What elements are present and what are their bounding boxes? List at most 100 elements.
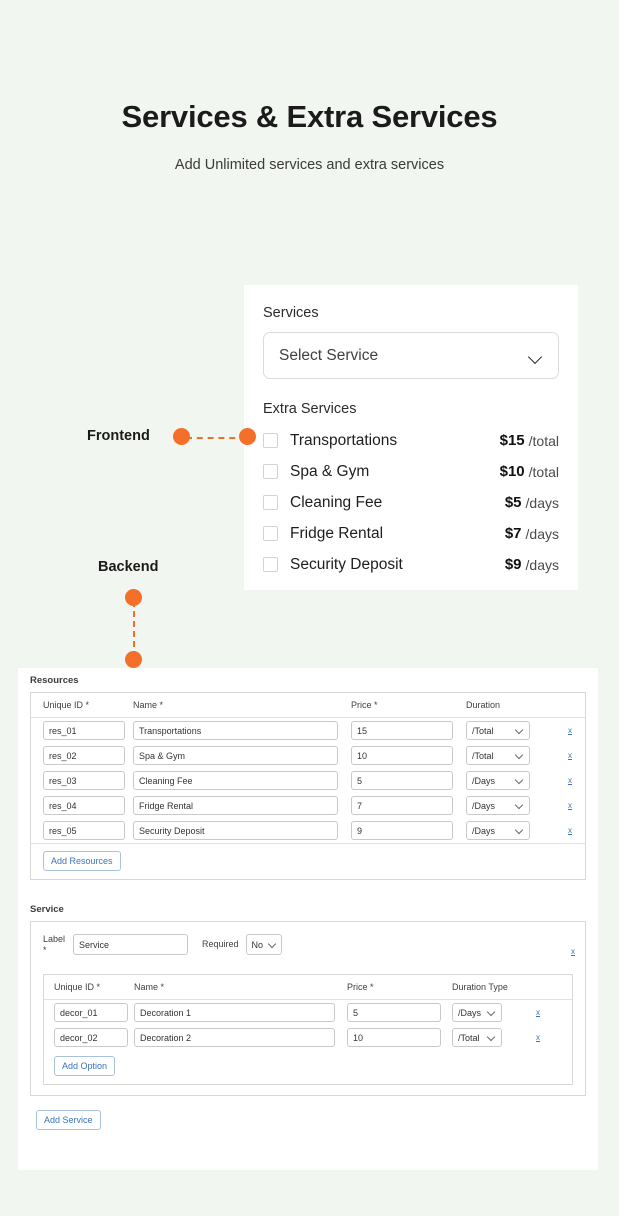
remove-service-link[interactable]: x [571,947,575,956]
resource-name-input[interactable]: Transportations [133,721,338,740]
extra-service-unit: /total [528,463,559,480]
extra-service-name: Fridge Rental [290,524,384,542]
chevron-down-icon [516,778,524,783]
resource-price-input[interactable]: 5 [351,771,453,790]
table-row: res_04 Fridge Rental 7 /Days x [31,793,585,818]
remove-resource-link[interactable]: x [568,801,572,810]
checkbox-icon[interactable] [263,526,278,541]
extra-service-name: Spa & Gym [290,462,370,480]
chevron-down-icon [516,828,524,833]
resource-name-input[interactable]: Spa & Gym [133,746,338,765]
extra-services-list: Transportations $15 /total Spa & Gym $10… [263,425,559,580]
backend-connector-dot-bottom [125,651,142,668]
service-label-input[interactable]: Service [73,934,188,955]
list-item[interactable]: Security Deposit $9 /days [263,549,559,580]
col-name: Name * [133,693,351,718]
resource-duration-select[interactable]: /Total [466,721,530,740]
option-name-input[interactable]: Decoration 2 [134,1028,335,1047]
resource-duration-value: /Days [472,825,496,836]
extra-service-unit: /days [525,525,559,542]
extra-service-price: $15 [499,432,525,449]
resource-duration-select[interactable]: /Days [466,821,530,840]
service-section-title: Service [30,904,64,915]
resource-name-input[interactable]: Cleaning Fee [133,771,338,790]
page-subtitle: Add Unlimited services and extra service… [174,157,445,173]
add-option-button[interactable]: Add Option [54,1056,116,1076]
checkbox-icon[interactable] [263,495,278,510]
resource-price-input[interactable]: 10 [351,746,453,765]
resource-duration-select[interactable]: /Total [466,746,530,765]
add-resources-button[interactable]: Add Resources [43,851,121,871]
option-id-input[interactable]: decor_01 [54,1003,128,1022]
list-item[interactable]: Cleaning Fee $5 /days [263,487,559,518]
resource-price-input[interactable]: 7 [351,796,453,815]
resource-duration-select[interactable]: /Days [466,771,530,790]
resources-table: Unique ID * Name * Price * Duration res_… [31,693,585,843]
option-duration-value: /Total [458,1032,480,1043]
chevron-down-icon [516,728,524,733]
table-row: res_01 Transportations 15 /Total x [31,718,585,744]
resource-duration-value: /Days [472,800,496,811]
resource-duration-value: /Total [472,750,494,761]
extra-services-heading: Extra Services [263,401,357,417]
remove-resource-link[interactable]: x [568,776,572,785]
col-price: Price * [351,693,466,718]
option-duration-select[interactable]: /Days [452,1003,502,1022]
service-select-value: Select Service [279,346,379,364]
resources-section-title: Resources [30,675,79,686]
resource-price-input[interactable]: 9 [351,821,453,840]
chevron-down-icon [488,1010,496,1015]
table-row: decor_02 Decoration 2 10 /Total x [44,1025,572,1050]
col-duration: Duration [466,693,585,718]
services-field-label: Services [263,305,319,321]
remove-resource-link[interactable]: x [568,751,572,760]
table-row: decor_01 Decoration 1 5 /Days x [44,1000,572,1026]
list-item[interactable]: Fridge Rental $7 /days [263,518,559,549]
extra-service-price: $10 [499,463,525,480]
resource-name-input[interactable]: Security Deposit [133,821,338,840]
resource-duration-value: /Total [472,725,494,736]
list-item[interactable]: Spa & Gym $10 /total [263,456,559,487]
remove-option-link[interactable]: x [536,1008,540,1017]
col-price: Price * [347,975,452,1000]
extra-service-name: Security Deposit [290,555,403,573]
resource-id-input[interactable]: res_03 [43,771,125,790]
option-price-input[interactable]: 10 [347,1028,441,1047]
backend-connector-line [133,601,135,657]
remove-resource-link[interactable]: x [568,726,572,735]
checkbox-icon[interactable] [263,464,278,479]
remove-resource-link[interactable]: x [568,826,572,835]
service-required-value: No [251,939,264,950]
service-required-select[interactable]: No [245,934,282,955]
service-select[interactable]: Select Service [263,332,559,379]
checkbox-icon[interactable] [263,557,278,572]
resource-duration-select[interactable]: /Days [466,796,530,815]
option-price-input[interactable]: 5 [347,1003,441,1022]
resource-id-input[interactable]: res_01 [43,721,125,740]
resource-price-input[interactable]: 15 [351,721,453,740]
backend-annotation-label: Backend [98,559,159,575]
chevron-down-icon [516,753,524,758]
col-unique-id: Unique ID * [44,975,134,1000]
chevron-down-icon [529,352,543,360]
table-row: res_02 Spa & Gym 10 /Total x [31,743,585,768]
resources-box: Unique ID * Name * Price * Duration res_… [30,692,586,880]
extra-service-name: Cleaning Fee [290,493,383,511]
extra-service-price: $7 [504,525,522,542]
list-item[interactable]: Transportations $15 /total [263,425,559,456]
resource-id-input[interactable]: res_02 [43,746,125,765]
add-service-button[interactable]: Add Service [36,1110,101,1130]
option-name-input[interactable]: Decoration 1 [134,1003,335,1022]
frontend-connector-line [186,437,246,439]
service-required-caption: Required [202,939,239,949]
resource-name-input[interactable]: Fridge Rental [133,796,338,815]
resource-id-input[interactable]: res_05 [43,821,125,840]
option-id-input[interactable]: decor_02 [54,1028,128,1047]
resource-id-input[interactable]: res_04 [43,796,125,815]
checkbox-icon[interactable] [263,433,278,448]
chevron-down-icon [269,942,275,947]
extra-service-price: $9 [504,556,522,573]
service-box: Label * Service Required No x Unique ID … [30,921,586,1096]
option-duration-select[interactable]: /Total [452,1028,502,1047]
remove-option-link[interactable]: x [536,1033,540,1042]
